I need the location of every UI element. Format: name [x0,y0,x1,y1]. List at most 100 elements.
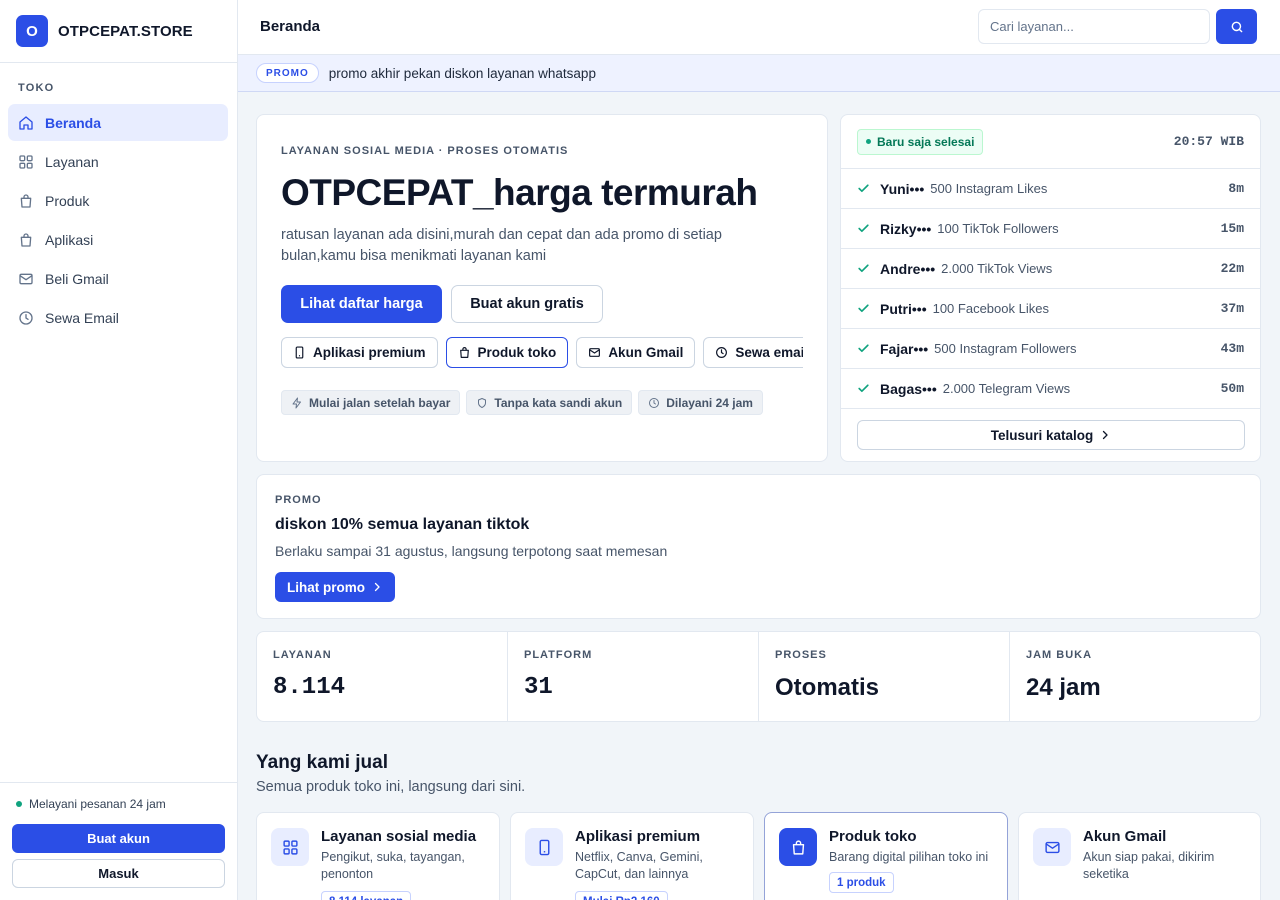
check-icon [857,382,870,395]
sidebar-item-layanan[interactable]: Layanan [8,143,228,180]
clock-icon [648,397,660,409]
status-badge-label: Baru saja selesai [877,134,975,149]
search-icon [1230,20,1244,34]
page-title: Beranda [260,18,321,35]
product-badge: 1 produk [829,872,894,893]
home-icon [18,115,34,131]
order-time: 43m [1220,341,1244,356]
chip-label: Akun Gmail [608,345,684,360]
customer-name: Putri••• [880,300,927,317]
clock-icon [715,346,728,359]
product-badge: 8.114 layanan [321,891,412,900]
stat-label: PROSES [775,649,827,661]
sidebar-item-beranda[interactable]: Beranda [8,104,228,141]
status-dot [866,139,871,144]
customer-name: Yuni••• [880,180,925,197]
view-promo-button[interactable]: Lihat promo [275,572,395,602]
promo-banner-text: promo akhir pekan diskon layanan whatsap… [328,65,596,81]
order-time: 50m [1220,381,1244,396]
recent-orders-header: Baru saja selesai 20:57 WIB [841,115,1260,169]
stat-proses: PROSES Otomatis [759,632,1010,721]
order-row: Rizky••• 100 TikTok Followers 15m [841,209,1260,249]
feature-tag-label: Mulai jalan setelah bayar [309,395,451,410]
order-service: 2.000 TikTok Views [941,261,1053,276]
promo-banner[interactable]: PROMO promo akhir pekan diskon layanan w… [238,55,1280,92]
brand-logo: O [16,15,48,47]
bag-icon [18,193,34,209]
login-button[interactable]: Masuk [12,859,225,888]
order-row: Fajar••• 500 Instagram Followers 43m [841,329,1260,369]
stat-layanan: LAYANAN 8.114 [257,632,508,721]
product-description: Akun siap pakai, dikirim seketika [1083,850,1215,881]
feature-tag-label: Tanpa kata sandi akun [494,395,623,410]
promo-card-description: Berlaku sampai 31 agustus, langsung terp… [275,543,668,559]
view-prices-button[interactable]: Lihat daftar harga [281,285,442,323]
service-status-text: Melayani pesanan 24 jam [29,797,166,811]
chip-sewa-email[interactable]: Sewa email [703,337,803,368]
check-icon [857,222,870,235]
stat-jam-buka: JAM BUKA 24 jam [1010,632,1260,721]
grid-icon [271,828,309,866]
sidebar-item-aplikasi[interactable]: Aplikasi [8,221,228,258]
chip-label: Produk toko [477,345,557,360]
feature-tag: Tanpa kata sandi akun [466,390,633,415]
check-icon [857,182,870,195]
brand[interactable]: O OTPCEPAT.STORE [0,0,237,63]
check-icon [857,342,870,355]
order-service: 100 TikTok Followers [937,221,1059,236]
sidebar-item-label: Aplikasi [45,231,94,248]
sidebar-item-produk[interactable]: Produk [8,182,228,219]
chip-produk-toko[interactable]: Produk toko [445,337,569,368]
bag-icon [18,232,34,248]
stat-label: PLATFORM [524,649,593,661]
signup-button[interactable]: Buat akun [12,824,225,853]
create-account-button[interactable]: Buat akun gratis [451,285,603,323]
browse-catalog-label: Telusuri katalog [990,427,1094,443]
stat-platform: PLATFORM 31 [508,632,759,721]
product-card-layanan[interactable]: Layanan sosial media Pengikut, suka, tay… [256,812,500,900]
stat-value: 31 [524,674,553,701]
sidebar-footer: Melayani pesanan 24 jam Buat akun Masuk [0,782,237,900]
hero-card: LAYANAN SOSIAL MEDIA · PROSES OTOMATIS O… [256,114,828,462]
chip-label: Aplikasi premium [313,345,426,360]
order-time: 8m [1228,181,1244,196]
sidebar-item-beli-gmail[interactable]: Beli Gmail [8,260,228,297]
browse-catalog-button[interactable]: Telusuri katalog [857,420,1245,450]
order-row: Andre••• 2.000 TikTok Views 22m [841,249,1260,289]
product-description: Pengikut, suka, tayangan, penonton [321,850,465,881]
sidebar-item-label: Produk [45,192,90,209]
section-subtitle: Semua produk toko ini, langsung dari sin… [256,779,526,795]
stat-value: 24 jam [1026,674,1101,701]
customer-name: Rizky••• [880,220,932,237]
hero-eyebrow: LAYANAN SOSIAL MEDIA · PROSES OTOMATIS [281,145,569,157]
feature-tag-label: Dilayani 24 jam [666,395,753,410]
sidebar-item-label: Sewa Email [45,309,119,326]
order-time: 15m [1220,221,1244,236]
sidebar-item-sewa-email[interactable]: Sewa Email [8,299,228,336]
mail-icon [1033,828,1071,866]
bag-icon [458,346,471,359]
phone-icon [525,828,563,866]
chip-aplikasi-premium[interactable]: Aplikasi premium [281,337,438,368]
product-badge: Mulai Rp2.160 [575,891,668,900]
clock-readout: 20:57 WIB [1173,134,1244,149]
bolt-icon [291,397,303,409]
sidebar: O OTPCEPAT.STORE TOKO Beranda Layanan Pr… [0,0,238,900]
chip-akun-gmail[interactable]: Akun Gmail [576,337,696,368]
mail-icon [18,271,34,287]
search-button[interactable] [1216,9,1257,44]
product-card-akun-gmail[interactable]: Akun Gmail Akun siap pakai, dikirim seke… [1018,812,1261,900]
chevron-right-icon [1099,429,1111,441]
customer-name: Andre••• [880,260,936,277]
customer-name: Fajar••• [880,340,929,357]
product-card-aplikasi[interactable]: Aplikasi premium Netflix, Canva, Gemini,… [510,812,754,900]
promo-badge: PROMO [256,63,319,83]
search-input[interactable] [978,9,1210,44]
sidebar-item-label: Beli Gmail [45,270,109,287]
recent-orders-card: Baru saja selesai 20:57 WIB Yuni••• 500 … [840,114,1261,462]
section-title: Yang kami jual [256,752,388,773]
order-time: 37m [1220,301,1244,316]
product-card-produk-toko[interactable]: Produk toko Barang digital pilihan toko … [764,812,1008,900]
feature-tag: Mulai jalan setelah bayar [281,390,461,415]
view-promo-label: Lihat promo [287,579,365,595]
